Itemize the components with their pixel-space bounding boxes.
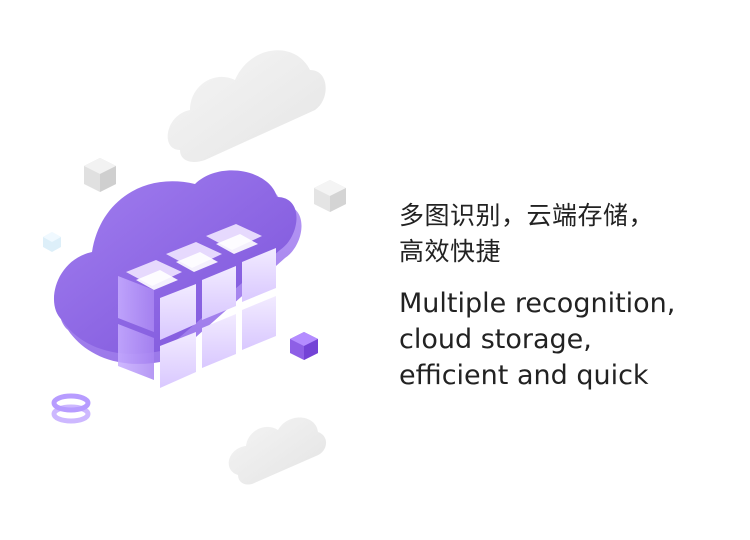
cube-icon bbox=[314, 180, 346, 212]
headline-en-line2: cloud storage, bbox=[399, 324, 592, 355]
feature-description: 多图识别，云端存储， 高效快捷 Multiple recognition, cl… bbox=[399, 198, 739, 394]
ring-icon bbox=[51, 393, 91, 424]
headline-zh-line1: 多图识别，云端存储， bbox=[399, 201, 655, 230]
headline-en: Multiple recognition, cloud storage, eff… bbox=[399, 286, 739, 394]
cube-icon bbox=[84, 158, 116, 192]
headline-en-line3: efficient and quick bbox=[399, 360, 649, 391]
background-cloud-top bbox=[167, 50, 326, 162]
background-cloud-bottom bbox=[228, 417, 327, 485]
headline-zh-line2: 高效快捷 bbox=[399, 237, 502, 266]
cloud-storage-illustration bbox=[43, 50, 346, 485]
headline-en-line1: Multiple recognition, bbox=[399, 288, 676, 319]
cube-icon bbox=[290, 332, 318, 360]
cube-icon bbox=[43, 232, 61, 252]
